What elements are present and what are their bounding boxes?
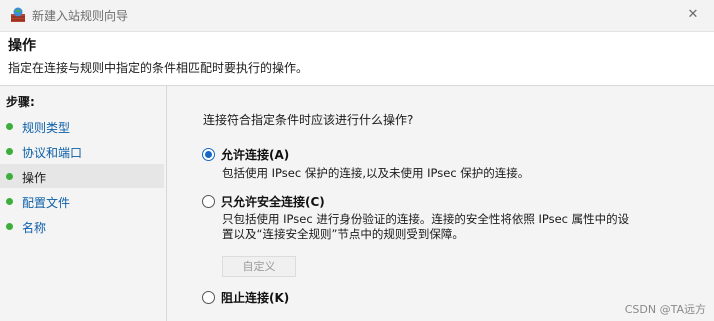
block-connection-radio[interactable] xyxy=(202,291,215,304)
step-rule-type[interactable]: 规则类型 xyxy=(0,114,164,138)
step-label: 配置文件 xyxy=(22,196,71,210)
step-label: 操作 xyxy=(22,171,47,185)
page-description: 指定在连接与规则中指定的条件相匹配时要执行的操作。 xyxy=(8,61,309,75)
step-dot-icon xyxy=(6,198,13,205)
steps-sidebar: 步骤: 规则类型 协议和端口 操作 配置文件 名称 xyxy=(0,86,167,321)
step-dot-icon xyxy=(6,173,13,180)
allow-secure-label[interactable]: 只允许安全连接(C) xyxy=(221,193,325,210)
step-dot-icon xyxy=(6,148,13,155)
block-connection-label[interactable]: 阻止连接(K) xyxy=(221,289,289,306)
close-icon: ✕ xyxy=(687,7,699,22)
close-button[interactable]: ✕ xyxy=(682,5,704,25)
title-bar: 新建入站规则向导 ✕ xyxy=(0,0,714,32)
window-title: 新建入站规则向导 xyxy=(32,9,129,23)
page-title: 操作 xyxy=(8,38,36,54)
step-name[interactable]: 名称 xyxy=(0,214,164,238)
wizard-header: 操作 指定在连接与规则中指定的条件相匹配时要执行的操作。 xyxy=(0,32,714,86)
step-dot-icon xyxy=(6,223,13,230)
allow-secure-description-line2: 置以及“连接安全规则”节点中的规则受到保障。 xyxy=(222,227,464,241)
watermark: CSDN @TA远方 xyxy=(624,303,706,316)
customize-button[interactable]: 自定义 xyxy=(222,256,296,277)
allow-secure-radio[interactable] xyxy=(202,195,215,208)
step-profile[interactable]: 配置文件 xyxy=(0,189,164,213)
step-label: 协议和端口 xyxy=(22,146,83,160)
allow-connection-description: 包括使用 IPsec 保护的连接,以及未使用 IPsec 保护的连接。 xyxy=(222,166,530,180)
steps-title: 步骤: xyxy=(6,95,35,109)
step-label: 名称 xyxy=(22,221,47,235)
action-question: 连接符合指定条件时应该进行什么操作? xyxy=(203,113,414,127)
step-label: 规则类型 xyxy=(22,121,71,135)
step-dot-icon xyxy=(6,123,13,130)
allow-connection-radio[interactable] xyxy=(202,148,215,161)
step-action[interactable]: 操作 xyxy=(0,164,164,188)
main-panel: 连接符合指定条件时应该进行什么操作? 允许连接(A) 包括使用 IPsec 保护… xyxy=(167,86,714,321)
step-protocol-port[interactable]: 协议和端口 xyxy=(0,139,164,163)
firewall-app-icon xyxy=(11,7,25,22)
allow-connection-label[interactable]: 允许连接(A) xyxy=(221,146,289,163)
allow-secure-description-line1: 只包括使用 IPsec 进行身份验证的连接。连接的安全性将依照 IPsec 属性… xyxy=(222,212,630,226)
